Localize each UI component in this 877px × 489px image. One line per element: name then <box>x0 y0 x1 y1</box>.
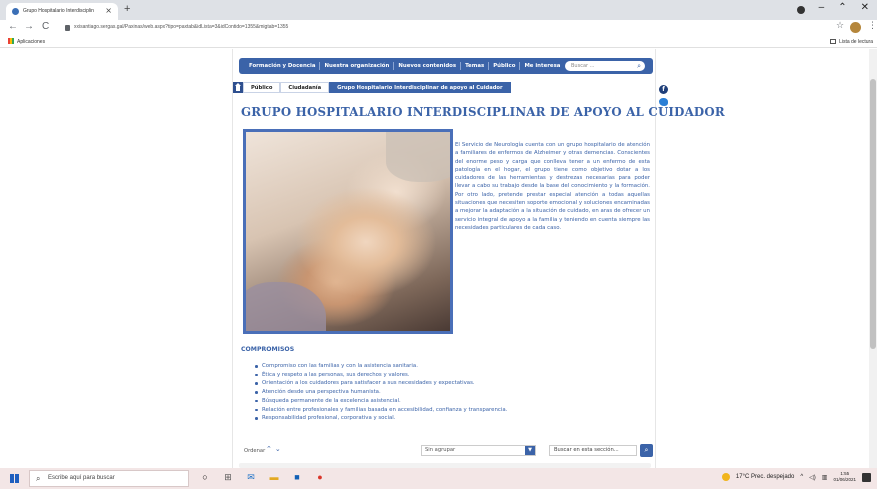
nav-item-formacion[interactable]: Formación y Docencia <box>245 62 321 70</box>
taskbar-search-input[interactable]: ⌕ Escribe aquí para buscar <box>29 470 189 487</box>
reading-list-label: Lista de lectura <box>839 39 873 45</box>
photo-sleeve <box>246 282 326 331</box>
system-tray: 17°C Prec. despejado ^ ◁) ▥ 1:55 01/06/20… <box>721 471 871 483</box>
bookmark-star-icon[interactable]: ☆ <box>836 21 844 31</box>
reading-list-icon <box>830 39 837 44</box>
main-navigation: Formación y Docencia Nuestra organizació… <box>239 58 653 74</box>
nav-item-me-interesa[interactable]: Me interesa <box>520 62 564 70</box>
window-controls: – ⌃ ✕ <box>796 2 869 14</box>
sort-arrows-icon[interactable]: ⌃⌄ <box>266 445 284 453</box>
tray-chevron-icon[interactable]: ^ <box>800 474 803 480</box>
list-item: Responsabilidad profesional, corporativa… <box>255 414 507 423</box>
menu-kebab-icon[interactable]: ⋮ <box>868 21 877 31</box>
nav-item-contenidos[interactable]: Nuevos contenidos <box>394 62 462 70</box>
lock-icon <box>65 25 70 31</box>
network-icon[interactable]: ▥ <box>822 474 828 481</box>
nav-item-publico[interactable]: Público <box>489 62 521 70</box>
bookmarks-bar: Aplicaciones Lista de lectura <box>0 36 877 48</box>
nav-item-temas[interactable]: Temas <box>461 62 490 70</box>
breadcrumb: Público Ciudadanía Grupo Hospitalario In… <box>233 82 511 93</box>
apps-bookmark[interactable]: Aplicaciones <box>17 39 45 45</box>
list-item: Compromiso con las familias y con la asi… <box>255 362 507 371</box>
tab-title: Grupo Hospitalario Interdisciplin <box>23 8 94 14</box>
taskbar-apps: ○ ⊞ ✉ ▬ ■ ● <box>200 471 325 483</box>
social-links: f <box>659 85 669 106</box>
list-item: Orientación a los cuidadores para satisf… <box>255 379 507 388</box>
list-item: Relación entre profesionales y familias … <box>255 406 507 415</box>
weather-text[interactable]: 17°C Prec. despejado <box>736 474 794 480</box>
section-search-input[interactable]: Buscar en esta sección... <box>549 445 637 456</box>
chrome-icon[interactable]: ● <box>315 471 325 483</box>
reload-icon[interactable]: C <box>42 21 49 32</box>
home-icon[interactable] <box>233 82 243 93</box>
task-view-icon[interactable]: ○ <box>200 471 210 483</box>
profile-dot-icon[interactable] <box>796 6 805 14</box>
browser-toolbar: ← → C xxisantiago.sergas.gal/Paxinas/web… <box>0 20 877 36</box>
minimize-button[interactable]: – <box>819 2 825 14</box>
nav-item-organizacion[interactable]: Nuestra organización <box>320 62 395 70</box>
site-search-input[interactable]: Buscar ... ⌕ <box>565 61 645 71</box>
scrollbar-thumb[interactable] <box>870 79 876 349</box>
chevron-down-icon[interactable]: ▼ <box>525 446 535 455</box>
maximize-button[interactable]: ⌃ <box>838 2 846 14</box>
taskbar-search-placeholder: Escribe aquí para buscar <box>48 475 115 481</box>
browser-tab[interactable]: Grupo Hospitalario Interdisciplin × <box>6 3 118 20</box>
apps-grid-icon[interactable] <box>8 38 14 44</box>
photo-sleeve-top <box>386 132 450 182</box>
content-column: Formación y Docencia Nuestra organizació… <box>232 49 725 468</box>
clock[interactable]: 1:55 01/06/2021 <box>833 471 856 483</box>
taskbar: ⌕ Escribe aquí para buscar ○ ⊞ ✉ ▬ ■ ● 1… <box>0 468 877 489</box>
reading-list-button[interactable]: Lista de lectura <box>830 39 873 45</box>
new-tab-button[interactable]: + <box>124 3 130 15</box>
clock-date: 01/06/2021 <box>833 477 856 482</box>
close-window-button[interactable]: ✕ <box>861 2 869 14</box>
page-viewport: Formación y Docencia Nuestra organizació… <box>0 49 877 468</box>
folder-icon[interactable]: ▬ <box>269 471 279 483</box>
breadcrumb-publico[interactable]: Público <box>243 82 281 93</box>
site-search-placeholder: Buscar ... <box>571 63 595 69</box>
windows-start-icon[interactable] <box>10 474 19 483</box>
volume-icon[interactable]: ◁) <box>809 474 816 481</box>
back-arrow-icon[interactable]: ← <box>8 21 18 32</box>
site-favicon-icon <box>12 8 19 15</box>
facebook-icon[interactable]: f <box>659 85 668 94</box>
page-scrollbar[interactable] <box>869 49 877 468</box>
group-select[interactable]: Sin agrupar ▼ <box>421 445 536 456</box>
search-icon[interactable]: ⌕ <box>637 61 641 71</box>
forward-arrow-icon[interactable]: → <box>24 21 34 32</box>
weather-icon[interactable] <box>721 473 730 481</box>
store-icon[interactable]: ⊞ <box>223 471 233 483</box>
order-label: Ordenar <box>244 448 266 454</box>
profile-avatar[interactable] <box>850 22 861 33</box>
list-item: Búsqueda permanente de la excelencia asi… <box>255 397 507 406</box>
group-description: El Servicio de Neurología cuenta con un … <box>455 142 650 231</box>
mail-icon[interactable]: ✉ <box>246 471 256 483</box>
outlook-icon[interactable]: ■ <box>292 471 302 483</box>
twitter-icon[interactable] <box>659 98 668 106</box>
list-filter-bar: Ordenar ⌃⌄ Sin agrupar ▼ Buscar en esta … <box>241 444 653 458</box>
tab-strip: Grupo Hospitalario Interdisciplin × + – … <box>0 0 877 20</box>
address-bar[interactable]: xxisantiago.sergas.gal/Paxinas/web.aspx?… <box>74 24 288 30</box>
hands-photo <box>243 129 453 334</box>
list-item: Ética y respeto a las personas, sus dere… <box>255 371 507 380</box>
compromisos-list: Compromiso con las familias y con la asi… <box>255 362 507 423</box>
page-title: GRUPO HOSPITALARIO INTERDISCIPLINAR DE A… <box>241 105 725 119</box>
section-search-button[interactable]: ⌕ <box>640 444 653 457</box>
close-tab-icon[interactable]: × <box>105 6 112 15</box>
clock-time: 1:55 <box>840 471 850 476</box>
list-item: Atención desde una perspectiva humanista… <box>255 388 507 397</box>
search-icon: ⌕ <box>36 474 41 483</box>
breadcrumb-current: Grupo Hospitalario Interdisciplinar de a… <box>329 82 511 93</box>
notifications-icon[interactable] <box>862 472 871 482</box>
breadcrumb-ciudadania[interactable]: Ciudadanía <box>280 82 330 93</box>
group-select-value: Sin agrupar <box>425 447 456 453</box>
compromisos-heading: COMPROMISOS <box>241 346 295 353</box>
